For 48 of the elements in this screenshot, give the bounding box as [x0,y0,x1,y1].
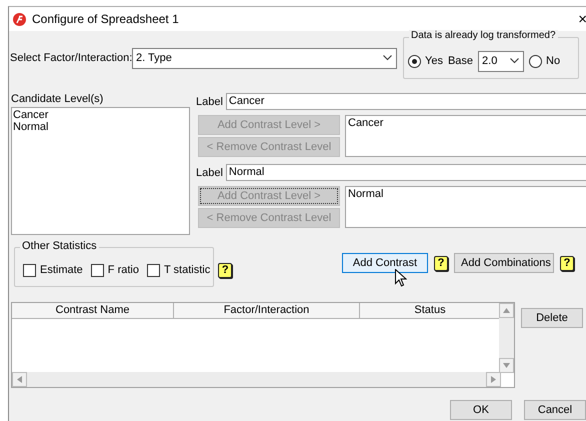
field-label: Label [196,166,223,178]
checkbox-label: Estimate [40,264,83,276]
cursor-icon [395,269,407,287]
checkbox[interactable] [146,264,160,276]
ok-button[interactable]: OK [450,400,512,420]
vertical-scrollbar[interactable] [499,303,514,373]
radio-label: No [546,55,560,67]
list-item[interactable]: Cancer [13,109,188,121]
group-title: Data is already log transformed? [409,30,558,41]
add-contrast-button[interactable]: Add Contrast [342,253,428,273]
checkbox[interactable] [90,264,104,276]
list-title: Candidate Level(s) [11,93,104,105]
field-label: Base [448,55,474,67]
help-icon[interactable]: ? [560,256,574,270]
label-field[interactable]: Cancer [226,93,586,110]
factor-dropdown[interactable]: 2. Type [132,48,397,68]
checkbox-label: T statistic [164,264,210,276]
help-icon[interactable]: ? [218,262,232,278]
list-item[interactable]: Normal [13,121,188,133]
column-header[interactable]: Contrast Name [12,303,174,319]
radio-button[interactable] [529,54,542,68]
add-combinations-button[interactable]: Add Combinations [454,253,554,273]
app-logo-icon [13,12,26,26]
horizontal-scrollbar[interactable] [12,372,501,387]
base-dropdown[interactable]: 2.0 [478,50,524,72]
scroll-up-icon[interactable] [499,303,514,318]
checkbox[interactable] [23,264,36,276]
column-header[interactable]: Factor/Interaction [174,303,360,319]
help-icon[interactable]: ? [434,256,448,270]
column-header[interactable]: Status [360,303,501,319]
window-title: Configure of Spreadsheet 1 [32,12,180,26]
chevron-down-icon [510,58,520,64]
checkbox-label: F ratio [108,264,139,276]
scroll-right-icon[interactable] [486,372,501,387]
cancel-button[interactable]: Cancel [524,400,586,420]
chevron-down-icon [383,55,392,61]
field-label: Select Factor/Interaction: [10,52,130,64]
close-button[interactable]: × [578,10,586,28]
radio-label: Yes [425,55,443,67]
radio-button[interactable] [408,54,421,68]
list-item[interactable]: Normal [348,188,585,200]
label-field[interactable]: Normal [226,164,586,181]
group-title: Other Statistics [20,240,99,252]
scroll-left-icon[interactable] [12,372,27,387]
delete-button[interactable]: Delete [521,308,583,328]
list-item[interactable]: Cancer [348,117,585,129]
scroll-down-icon[interactable] [499,358,514,373]
field-label: Label [196,96,223,108]
